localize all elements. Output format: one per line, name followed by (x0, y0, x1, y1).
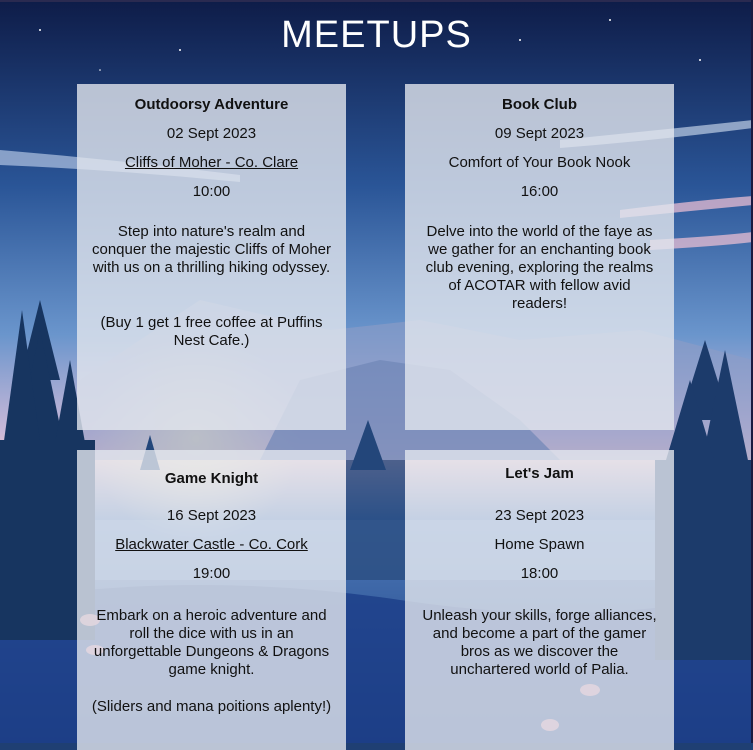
meetup-description: Embark on a heroic adventure and roll th… (93, 607, 330, 678)
meetup-card-lets-jam: Let's Jam 23 Sept 2023 Home Spawn 18:00 … (405, 450, 674, 750)
meetup-description: Delve into the world of the faye as we g… (425, 223, 654, 312)
meetup-title: Book Club (502, 96, 577, 113)
window-top-edge (0, 0, 753, 2)
meetup-title: Game Knight (164, 470, 259, 487)
meetup-note: (Buy 1 get 1 free coffee at Puffins Nest… (100, 314, 323, 349)
meetup-date: 16 Sept 2023 (166, 507, 257, 524)
meetup-location: Home Spawn (494, 536, 585, 553)
meetup-description: Step into nature's realm and conquer the… (92, 223, 331, 276)
meetup-note: (Sliders and mana poitions aplenty!) (91, 698, 332, 715)
meetup-date: 02 Sept 2023 (166, 125, 257, 142)
meetup-location: Comfort of Your Book Nook (448, 154, 631, 171)
meetup-date: 23 Sept 2023 (494, 507, 585, 524)
meetup-description: Unleash your skills, forge alliances, an… (422, 607, 657, 678)
meetup-time: 18:00 (520, 565, 559, 582)
meetup-location-link[interactable]: Cliffs of Moher - Co. Clare (77, 154, 346, 171)
meetup-card-game-knight: Game Knight 16 Sept 2023 Blackwater Cast… (77, 450, 346, 750)
meetup-location-link[interactable]: Blackwater Castle - Co. Cork (77, 536, 346, 553)
meetup-title: Outdoorsy Adventure (134, 96, 289, 113)
meetup-time: 10:00 (192, 183, 231, 200)
meetup-time: 19:00 (192, 565, 231, 582)
meetup-date: 09 Sept 2023 (494, 125, 585, 142)
meetup-card-book-club: Book Club 09 Sept 2023 Comfort of Your B… (405, 84, 674, 430)
meetup-title: Let's Jam (505, 465, 574, 482)
page-title: MEETUPS (281, 14, 472, 56)
meetup-time: 16:00 (520, 183, 559, 200)
meetup-card-outdoorsy-adventure: Outdoorsy Adventure 02 Sept 2023 Cliffs … (77, 84, 346, 430)
